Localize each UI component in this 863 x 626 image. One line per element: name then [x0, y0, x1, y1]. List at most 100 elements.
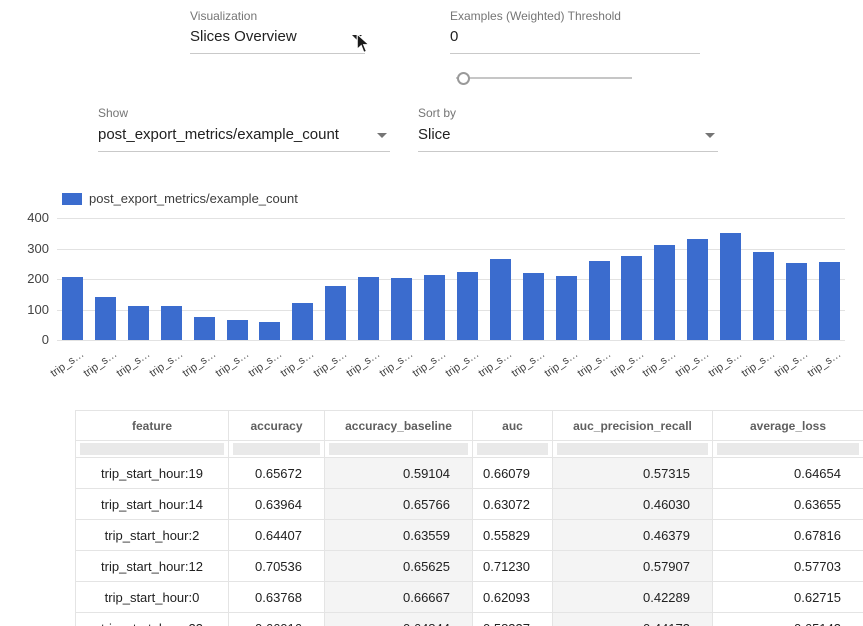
x-axis-label-slot: trip_s… [62, 343, 83, 381]
y-axis-tick-label: 300 [9, 241, 49, 256]
gridline [57, 340, 845, 341]
visualization-label: Visualization [190, 9, 257, 23]
cell: 0.63655 [713, 489, 863, 520]
bar[interactable] [128, 306, 149, 340]
column-header-accuracy_baseline[interactable]: accuracy_baseline [325, 411, 473, 441]
bar[interactable] [259, 322, 280, 340]
bar[interactable] [358, 277, 379, 340]
x-axis-label: trip_s… [476, 348, 514, 380]
bar[interactable] [819, 262, 840, 340]
bar[interactable] [62, 277, 83, 340]
x-axis-label: trip_s… [707, 348, 745, 380]
x-axis-label-slot: trip_s… [490, 343, 511, 381]
x-axis-label: trip_s… [805, 348, 843, 380]
cell: 0.65625 [325, 551, 473, 582]
bar[interactable] [490, 259, 511, 340]
bar[interactable] [391, 278, 412, 340]
bar[interactable] [621, 256, 642, 340]
filter-input-feature[interactable] [80, 443, 224, 455]
table-row[interactable]: trip_start_hour:230.660160.648440.583370… [76, 613, 863, 626]
bar[interactable] [654, 245, 675, 340]
threshold-slider[interactable] [456, 71, 632, 85]
bar[interactable] [720, 233, 741, 340]
x-axis-label: trip_s… [180, 348, 218, 380]
column-header-auc_precision_recall[interactable]: auc_precision_recall [553, 411, 713, 441]
bar[interactable] [194, 317, 215, 340]
x-axis-label-slot: trip_s… [128, 343, 149, 381]
column-header-auc[interactable]: auc [473, 411, 553, 441]
legend-label: post_export_metrics/example_count [89, 191, 298, 206]
cell: 0.64654 [713, 458, 863, 489]
table-row[interactable]: trip_start_hour:20.644070.635590.558290.… [76, 520, 863, 551]
cell: 0.57703 [713, 551, 863, 582]
table-row[interactable]: trip_start_hour:120.705360.656250.712300… [76, 551, 863, 582]
bar[interactable] [325, 286, 346, 340]
x-axis-label: trip_s… [674, 348, 712, 380]
x-axis-label-slot: trip_s… [457, 343, 478, 381]
cell: 0.57315 [553, 458, 713, 489]
bar[interactable] [227, 320, 248, 340]
cell: 0.63559 [325, 520, 473, 551]
visualization-select[interactable]: Slices Overview [190, 28, 365, 54]
x-axis-label-slot: trip_s… [259, 343, 280, 381]
bar[interactable] [95, 297, 116, 340]
table-row[interactable]: trip_start_hour:00.637680.666670.620930.… [76, 582, 863, 613]
bar[interactable] [523, 273, 544, 340]
x-axis-label-slot: trip_s… [819, 343, 840, 381]
show-metric-select[interactable]: post_export_metrics/example_count [98, 126, 390, 152]
show-label: Show [98, 106, 128, 120]
column-header-accuracy[interactable]: accuracy [229, 411, 325, 441]
cell: 0.66079 [473, 458, 553, 489]
table-row[interactable]: trip_start_hour:190.656720.591040.660790… [76, 458, 863, 489]
slider-track[interactable] [456, 77, 632, 79]
table-row[interactable]: trip_start_hour:140.639640.657660.630720… [76, 489, 863, 520]
filter-cell [473, 441, 553, 458]
threshold-label: Examples (Weighted) Threshold [450, 9, 621, 23]
bar[interactable] [424, 275, 445, 340]
x-axis-label: trip_s… [575, 348, 613, 380]
bar[interactable] [753, 252, 774, 340]
column-header-average_loss[interactable]: average_loss [713, 411, 863, 441]
chevron-down-icon[interactable] [352, 35, 362, 40]
x-axis-label: trip_s… [345, 348, 383, 380]
chart-plot: 0100200300400 [57, 218, 845, 340]
x-axis-labels: trip_s…trip_s…trip_s…trip_s…trip_s…trip_… [57, 343, 845, 381]
cell: 0.57907 [553, 551, 713, 582]
threshold-value: 0 [450, 28, 458, 45]
filter-input-auc[interactable] [477, 443, 548, 455]
y-axis-tick-label: 0 [9, 332, 49, 347]
threshold-input[interactable]: 0 [450, 28, 700, 54]
cell: trip_start_hour:12 [76, 551, 229, 582]
bar[interactable] [292, 303, 313, 340]
cell: 0.66667 [325, 582, 473, 613]
chevron-down-icon[interactable] [377, 133, 387, 138]
bar[interactable] [161, 306, 182, 340]
cell: 0.64844 [325, 613, 473, 626]
chevron-down-icon[interactable] [705, 133, 715, 138]
cell: 0.44173 [553, 613, 713, 626]
column-header-feature[interactable]: feature [76, 411, 229, 441]
filter-input-auc_precision_recall[interactable] [557, 443, 708, 455]
x-axis-label-slot: trip_s… [523, 343, 544, 381]
sort-by-label: Sort by [418, 106, 456, 120]
y-axis-tick-label: 200 [9, 271, 49, 286]
filter-input-accuracy_baseline[interactable] [329, 443, 468, 455]
filter-cell [553, 441, 713, 458]
table-header-row: featureaccuracyaccuracy_baselineaucauc_p… [76, 411, 863, 441]
bar[interactable] [589, 261, 610, 340]
cell: 0.71230 [473, 551, 553, 582]
filter-cell [325, 441, 473, 458]
x-axis-label: trip_s… [279, 348, 317, 380]
filter-input-average_loss[interactable] [717, 443, 859, 455]
x-axis-label: trip_s… [114, 348, 152, 380]
chart-legend: post_export_metrics/example_count [62, 191, 298, 206]
x-axis-label: trip_s… [213, 348, 251, 380]
sort-by-select[interactable]: Slice [418, 126, 718, 152]
slider-handle[interactable] [457, 72, 470, 85]
bar[interactable] [786, 263, 807, 340]
filter-input-accuracy[interactable] [233, 443, 320, 455]
bar[interactable] [457, 272, 478, 340]
x-axis-label: trip_s… [740, 348, 778, 380]
bar[interactable] [556, 276, 577, 340]
bar[interactable] [687, 239, 708, 340]
